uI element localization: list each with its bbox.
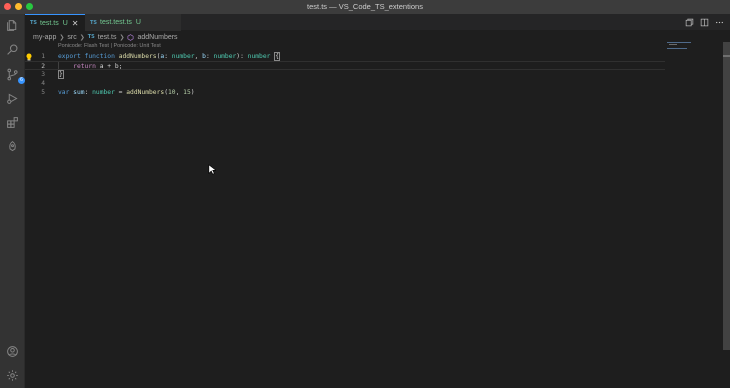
activity-bar: 6 — [0, 14, 25, 388]
code-editor[interactable]: Ponicode: Flash Test | Ponicode: Unit Te… — [25, 43, 723, 388]
title-bar: test.ts — VS_Code_TS_extentions — [0, 0, 730, 14]
line-number: 5 — [41, 89, 45, 96]
typescript-icon: TS — [87, 34, 95, 40]
line-number: 1 — [41, 53, 45, 60]
code-line-1[interactable]: 1 export function addNumbers(a: number, … — [25, 52, 665, 61]
tab-label: test.ts — [40, 19, 59, 27]
source-control-badge: 6 — [18, 77, 25, 84]
code-line-5[interactable]: 5 var sum: number = addNumbers(10, 15) — [25, 88, 665, 97]
chevron-right-icon: ❯ — [79, 34, 85, 41]
files-icon[interactable] — [5, 18, 20, 33]
scrollbar-cursor-marker — [723, 55, 730, 57]
editor-actions — [684, 17, 724, 27]
tab-test-test-ts[interactable]: TS test.test.ts U — [85, 14, 181, 31]
line-number: 3 — [41, 71, 45, 78]
search-icon[interactable] — [5, 42, 20, 57]
source-control-icon[interactable]: 6 — [5, 67, 25, 84]
minimap[interactable] — [665, 42, 723, 52]
code-line-4[interactable]: 4 — [25, 79, 665, 88]
code-line-2[interactable]: 2 return a + b; — [25, 61, 665, 70]
ponicode-codelens[interactable]: Ponicode: Flash Test | Ponicode: Unit Te… — [58, 43, 161, 49]
run-debug-icon[interactable] — [5, 91, 20, 106]
code-text: } — [58, 70, 64, 79]
symbol-method-icon — [128, 33, 134, 41]
tab-label: test.test.ts — [100, 19, 132, 26]
breadcrumb-item-addnumbers[interactable]: addNumbers — [137, 34, 177, 41]
open-changes-icon[interactable] — [684, 17, 694, 27]
line-number: 4 — [41, 80, 45, 87]
settings-gear-icon[interactable] — [5, 368, 20, 383]
ponicode-icon[interactable] — [5, 139, 20, 154]
breadcrumb-item-src[interactable]: src — [67, 34, 76, 41]
close-icon[interactable]: ✕ — [72, 19, 79, 28]
chevron-right-icon: ❯ — [119, 34, 125, 41]
vertical-scrollbar[interactable] — [723, 42, 730, 350]
tab-test-ts[interactable]: TS test.ts U ✕ — [25, 14, 85, 31]
split-editor-icon[interactable] — [699, 17, 709, 27]
breadcrumb: my-app ❯ src ❯ TS test.ts ❯ addNumbers — [33, 32, 178, 42]
mouse-pointer-icon — [208, 164, 216, 175]
breadcrumb-item-my-app[interactable]: my-app — [33, 34, 56, 41]
code-text: var sum: number = addNumbers(10, 15) — [58, 89, 195, 96]
typescript-icon: TS — [30, 20, 38, 26]
tab-status: U — [62, 19, 68, 27]
editor-tab-bar: TS test.ts U ✕ TS test.test.ts U — [25, 14, 730, 31]
extensions-icon[interactable] — [5, 115, 20, 130]
typescript-icon: TS — [90, 19, 98, 26]
tab-status: U — [135, 19, 141, 26]
account-icon[interactable] — [5, 344, 20, 359]
chevron-right-icon: ❯ — [59, 34, 65, 41]
window-title: test.ts — VS_Code_TS_extentions — [307, 2, 423, 11]
code-line-3[interactable]: 3 } — [25, 70, 665, 79]
code-text: export function addNumbers(a: number, b:… — [58, 52, 280, 61]
more-actions-icon[interactable] — [714, 17, 724, 27]
breadcrumb-item-test-ts[interactable]: test.ts — [98, 34, 117, 41]
